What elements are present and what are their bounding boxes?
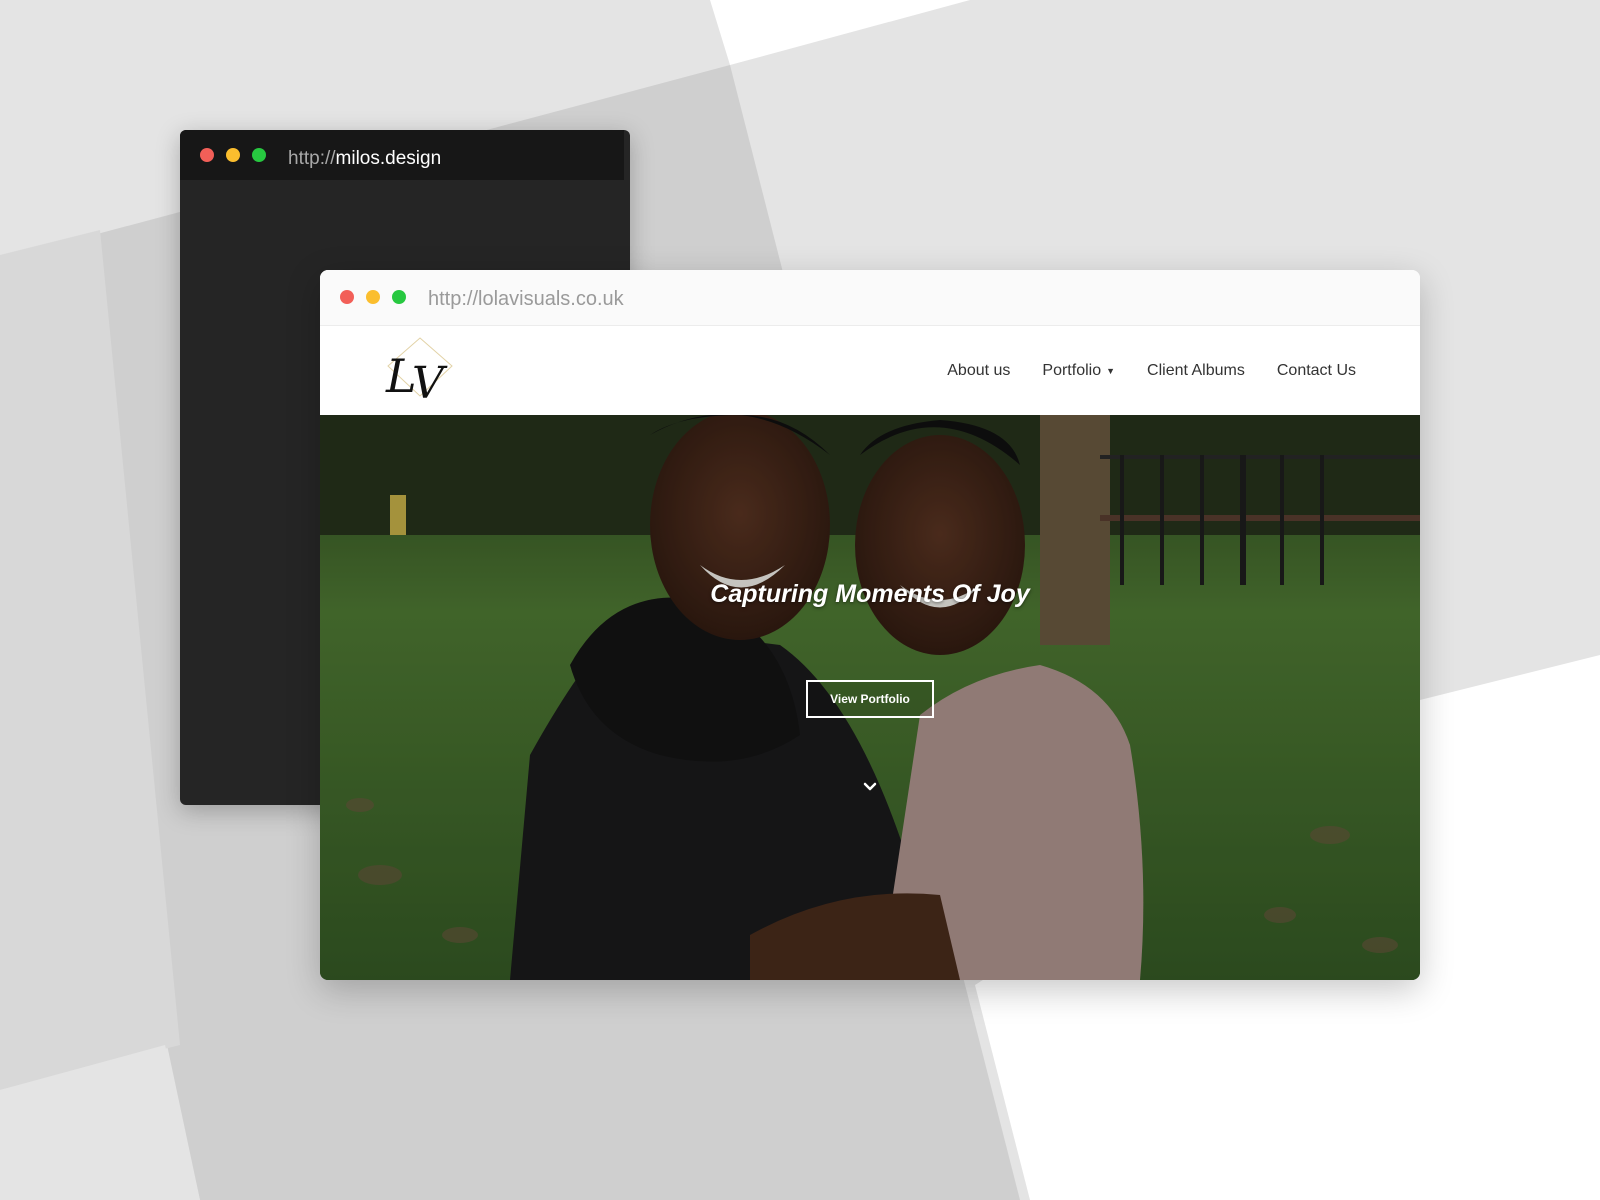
back-window-url[interactable]: http://milos.design [288,148,441,170]
caret-down-icon: ▼ [1106,365,1116,376]
svg-text:V: V [412,358,448,406]
main-navigation: About us Portfolio ▼ Client Albums Contac… [915,326,1356,415]
minimize-button[interactable] [226,148,240,162]
nav-item-client-albums[interactable]: Client Albums [1147,362,1245,380]
nav-item-contact-us[interactable]: Contact Us [1277,362,1356,380]
chevron-down-icon[interactable] [861,780,879,794]
nav-label: Contact Us [1276,361,1356,379]
maximize-button[interactable] [392,290,406,304]
lv-logo[interactable]: L V [382,336,462,406]
front-window-url[interactable]: http://lolavisuals.co.uk [428,288,624,311]
front-browser-window: http://lolavisuals.co.uk L V About us Po… [320,270,1420,980]
front-window-titlebar: http://lolavisuals.co.uk [320,270,1420,326]
hero-section: Capturing Moments Of Joy View Portfolio [320,415,1420,980]
nav-label: About us [947,361,1011,379]
minimize-button[interactable] [366,290,380,304]
nav-item-about-us[interactable]: About us [947,362,1010,380]
close-button[interactable] [200,148,214,162]
view-portfolio-button[interactable]: View Portfolio [806,680,934,718]
url-host: milos.design [335,148,442,169]
nav-label: Client Albums [1147,361,1245,379]
site-header: L V About us Portfolio ▼ Client Albums Co… [320,326,1420,415]
url-scheme: http:// [288,148,336,169]
hero-title: Capturing Moments Of Joy [710,580,1030,608]
nav-label: Portfolio [1042,361,1102,379]
back-window-titlebar: http://milos.design [180,130,624,180]
close-button[interactable] [340,290,354,304]
maximize-button[interactable] [252,148,266,162]
nav-item-portfolio[interactable]: Portfolio ▼ [1042,362,1115,380]
